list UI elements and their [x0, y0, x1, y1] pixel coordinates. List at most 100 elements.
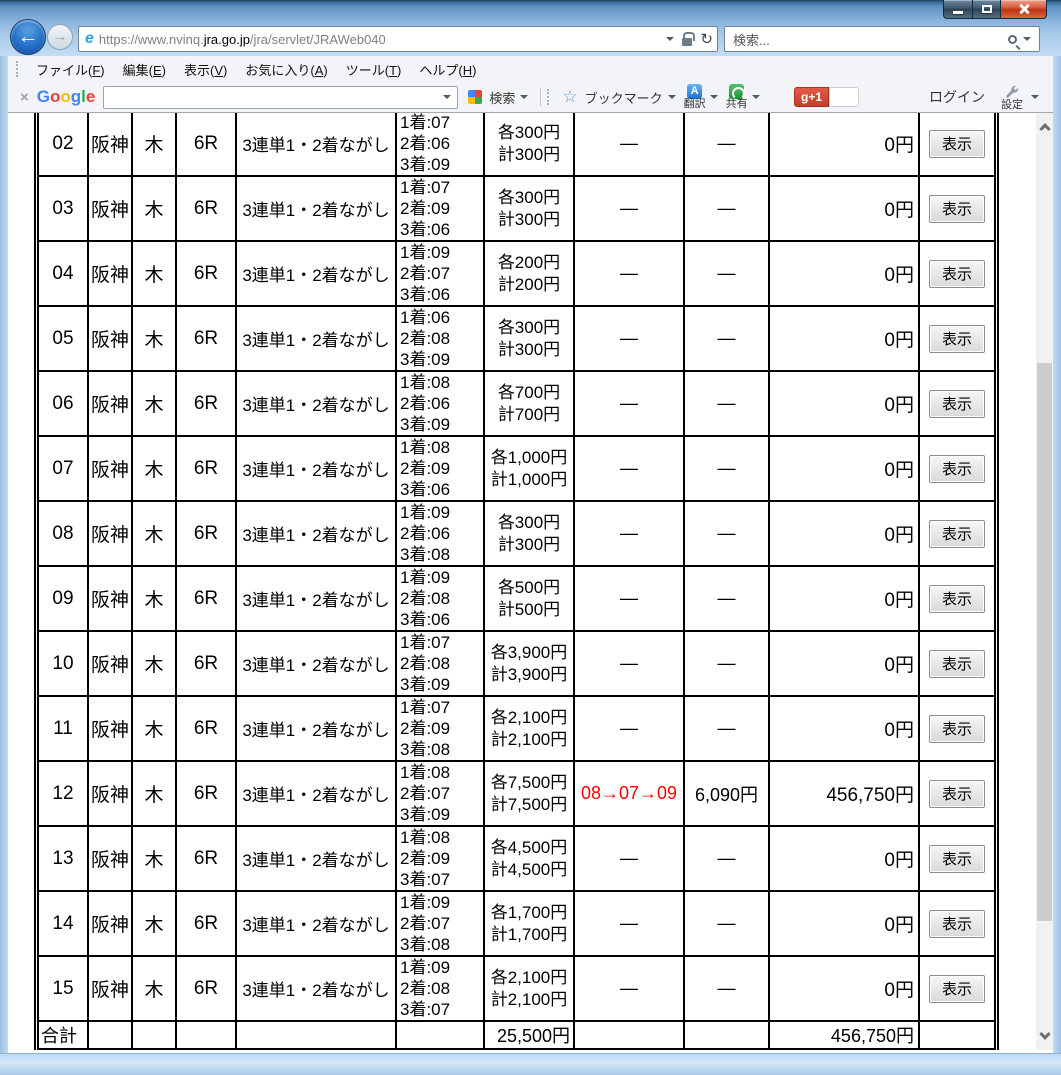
totals-refund: 456,750円 [768, 1020, 920, 1050]
toolbar-search-input[interactable] [103, 85, 459, 109]
google-logo: Google [36, 87, 96, 106]
display-button[interactable]: 表示 [929, 389, 985, 418]
display-button[interactable]: 表示 [929, 779, 985, 808]
cell-action: 表示 [918, 825, 996, 892]
display-button[interactable]: 表示 [929, 649, 985, 678]
search-icon[interactable] [1008, 34, 1017, 44]
plus-one-button[interactable]: g+1 [793, 87, 829, 107]
totals-label: 合計 [37, 1020, 89, 1050]
display-button[interactable]: 表示 [929, 844, 985, 873]
translate-button[interactable]: A 翻訳 [684, 84, 706, 110]
refresh-icon[interactable]: ↻ [700, 30, 713, 48]
cell-payout: — [683, 240, 770, 307]
cell-places: 1着:09 2着:07 3着:08 [395, 890, 485, 957]
url-domain: jra.go.jp [203, 31, 250, 47]
bookmarks-button[interactable]: ブックマーク [585, 88, 663, 107]
cell-payout: — [683, 695, 770, 762]
plus-one-counter [829, 87, 859, 107]
table-row: 15 阪神 木 6R 3連単1・2着ながし 1着:09 2着:08 3着:07 [37, 955, 996, 1022]
forward-button[interactable]: → [47, 24, 73, 50]
menu-item[interactable]: お気に入り(A) [236, 57, 336, 82]
cell-payout: — [683, 955, 770, 1022]
cell-row-number: 08 [37, 500, 89, 567]
cell-result: — [573, 695, 685, 762]
cell-result: 08→07→09 [573, 760, 685, 827]
table-row: 08 阪神 木 6R 3連単1・2着ながし 1着:09 2着:06 3着:08 [37, 500, 996, 567]
bookmarks-dropdown-icon[interactable] [667, 95, 676, 99]
cell-amounts: 各300円 計300円 [483, 305, 575, 372]
cell-payout: — [683, 825, 770, 892]
search-options-dropdown-icon[interactable] [520, 95, 529, 99]
toolbar-grip [547, 89, 550, 105]
scrollbar-thumb[interactable] [1037, 363, 1052, 921]
menu-item[interactable]: 表示(V) [175, 57, 236, 82]
toolbar-search-button[interactable]: 検索 [489, 88, 515, 107]
cell-payout: — [683, 890, 770, 957]
display-button[interactable]: 表示 [929, 909, 985, 938]
cell-day: 木 [131, 370, 177, 437]
cell-result: — [573, 955, 685, 1022]
cell-bet-type: 3連単1・2着ながし [235, 370, 397, 437]
back-button[interactable]: ← [10, 19, 46, 55]
scroll-up-button[interactable] [1036, 113, 1053, 139]
maximize-button[interactable] [973, 0, 1001, 19]
display-button[interactable]: 表示 [929, 584, 985, 613]
search-placeholder: 検索... [733, 32, 770, 48]
toolbar-close-icon[interactable]: × [20, 89, 29, 106]
cell-bet-type: 3連単1・2着ながし [235, 695, 397, 762]
settings-dropdown-icon[interactable] [1031, 95, 1039, 99]
bookmark-star-icon[interactable]: ☆ [562, 87, 577, 107]
cell-bet-type: 3連単1・2着ながし [235, 500, 397, 567]
cell-places: 1着:07 2着:08 3着:09 [395, 630, 485, 697]
cell-payout: — [683, 630, 770, 697]
settings-button[interactable]: 設定 [1001, 84, 1023, 111]
cell-venue: 阪神 [87, 305, 133, 372]
display-button[interactable]: 表示 [929, 324, 985, 353]
toolbar-search-dropdown-icon[interactable] [443, 95, 452, 99]
menu-item[interactable]: ツール(T) [337, 57, 411, 82]
url-dropdown-icon[interactable] [666, 37, 675, 41]
toolbar-grip [16, 61, 19, 77]
cell-amounts: 各3,900円 計3,900円 [483, 630, 575, 697]
cell-action: 表示 [918, 695, 996, 762]
table-row: 03 阪神 木 6R 3連単1・2着ながし 1着:07 2着:09 3着:06 [37, 175, 996, 242]
cell-refund: 0円 [768, 240, 920, 307]
cell-row-number: 07 [37, 435, 89, 502]
cell-day: 木 [131, 565, 177, 632]
cell-refund: 0円 [768, 955, 920, 1022]
cell-day: 木 [131, 630, 177, 697]
display-button[interactable]: 表示 [929, 519, 985, 548]
cell-action: 表示 [918, 630, 996, 697]
cell-result: — [573, 113, 685, 177]
cell-venue: 阪神 [87, 890, 133, 957]
browser-search-box[interactable]: 検索... [724, 26, 1040, 52]
cell-payout: — [683, 500, 770, 567]
share-button[interactable]: 共有 [726, 84, 748, 110]
cell-places: 1着:08 2着:07 3着:09 [395, 760, 485, 827]
vertical-scrollbar[interactable] [1036, 113, 1053, 1050]
cell-payout: — [683, 435, 770, 502]
share-dropdown-icon[interactable] [751, 95, 760, 99]
minimize-button[interactable] [943, 0, 973, 19]
close-button[interactable] [1001, 0, 1047, 19]
menu-item[interactable]: ファイル(F) [27, 57, 114, 82]
window-controls [943, 0, 1047, 19]
cell-day: 木 [131, 500, 177, 567]
display-button[interactable]: 表示 [929, 454, 985, 483]
display-button[interactable]: 表示 [929, 129, 985, 158]
display-button[interactable]: 表示 [929, 259, 985, 288]
scroll-down-button[interactable] [1036, 1024, 1053, 1050]
search-dropdown-icon[interactable] [1023, 37, 1031, 41]
login-button[interactable]: ログイン [929, 87, 985, 107]
bet-list-table-wrap: 02 阪神 木 6R 3連単1・2着ながし 1着:07 2着:06 3着:09 [34, 113, 999, 1050]
display-button[interactable]: 表示 [929, 974, 985, 1003]
table-row: 12 阪神 木 6R 3連単1・2着ながし 1着:08 2着:07 3着:09 [37, 760, 996, 827]
translate-dropdown-icon[interactable] [709, 95, 718, 99]
cell-payout: — [683, 113, 770, 177]
menu-item[interactable]: ヘルプ(H) [410, 57, 485, 82]
cell-race: 6R [175, 955, 237, 1022]
menu-item[interactable]: 編集(E) [114, 57, 175, 82]
display-button[interactable]: 表示 [929, 714, 985, 743]
display-button[interactable]: 表示 [929, 194, 985, 223]
address-bar[interactable]: e https://www.nvinq. jra.go.jp/jra/servle… [78, 26, 718, 52]
